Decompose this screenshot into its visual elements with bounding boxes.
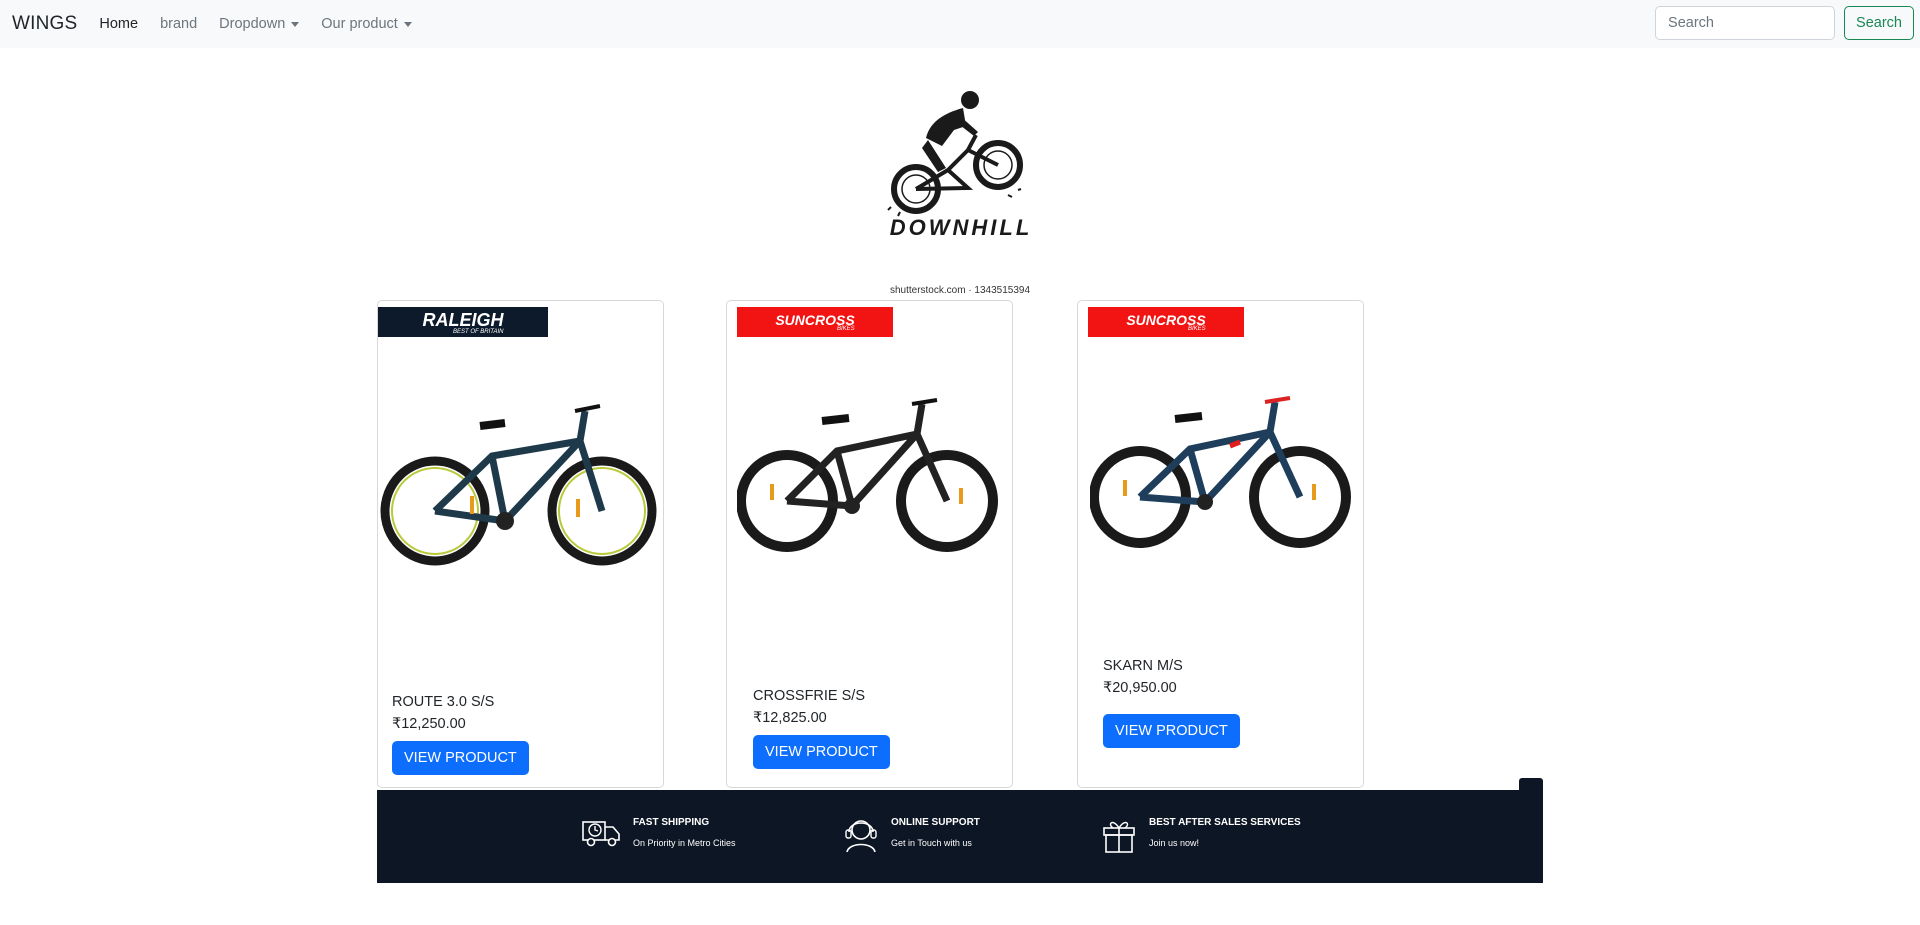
view-product-button[interactable]: VIEW PRODUCT: [753, 735, 890, 769]
feature-title: BEST AFTER SALES SERVICES: [1149, 817, 1301, 828]
product-card: RALEIGH BEST OF BRITAIN ROUTE 3.0 S/S ₹12…: [377, 300, 664, 788]
product-price: ₹20,950.00: [1103, 680, 1177, 696]
nav-link-home[interactable]: Home: [99, 16, 138, 32]
nav-link-home-label: Home: [99, 16, 139, 32]
product-price: ₹12,250.00: [392, 716, 466, 732]
view-product-button[interactable]: VIEW PRODUCT: [392, 741, 529, 775]
feature-title: FAST SHIPPING: [633, 817, 710, 828]
nav-dropdown-toggle[interactable]: Dropdown: [219, 16, 300, 32]
brand-badge-suncross: SUNCROSS BIKES: [737, 307, 893, 337]
product-price: ₹12,825.00: [753, 710, 827, 726]
feature-subtitle: Join us now!: [1149, 838, 1200, 848]
headset-support-icon: [845, 820, 877, 853]
nav-link-brand-label: brand: [160, 16, 198, 32]
view-product-button[interactable]: VIEW PRODUCT: [1103, 714, 1240, 748]
feature-subtitle: Get in Touch with us: [891, 838, 972, 848]
feature-title: ONLINE SUPPORT: [891, 817, 980, 828]
brand-badge-text: RALEIGH: [422, 309, 504, 330]
bicycle-image: [380, 404, 657, 566]
chat-icon[interactable]: [1519, 778, 1543, 792]
product-name: SKARN M/S: [1103, 658, 1183, 674]
gift-icon: [1103, 821, 1135, 853]
caret-down-icon: [403, 21, 412, 27]
brand-badge-suncross: SUNCROSS BIKES: [1088, 307, 1244, 337]
features-strip: FAST SHIPPING On Priority in Metro Citie…: [377, 778, 1543, 883]
feature-subtitle: On Priority in Metro Cities: [633, 838, 736, 848]
bicycle-image: [1090, 396, 1351, 548]
feature-online-support: ONLINE SUPPORT Get in Touch with us: [843, 814, 980, 854]
nav-our-product-label: Our product: [321, 16, 398, 32]
product-name: ROUTE 3.0 S/S: [392, 694, 495, 710]
nav-dropdown-label: Dropdown: [219, 16, 286, 32]
top-navbar: WINGS Home brand Dropdown Our product Se…: [0, 0, 1920, 48]
nav-our-product-dropdown[interactable]: Our product: [321, 16, 412, 32]
caret-down-icon: [291, 21, 300, 27]
search-form: Search: [1655, 6, 1914, 40]
logo-caption: shutterstock.com · 1343515394: [889, 285, 1031, 296]
nav-link-brand[interactable]: brand: [160, 16, 197, 32]
product-card: SUNCROSS BIKES CROSSFRIE S/S ₹12,825.00 V…: [726, 300, 1013, 788]
feature-fast-shipping: FAST SHIPPING On Priority in Metro Citie…: [581, 814, 736, 850]
product-card: SUNCROSS BIKES SKARN M/S ₹20,950.00 VIEW …: [1077, 300, 1364, 788]
logo-wordmark: DOWNHILL: [890, 215, 1033, 240]
navbar-brand[interactable]: WINGS: [12, 13, 77, 35]
product-name: CROSSFRIE S/S: [753, 688, 865, 704]
brand-badge-raleigh: RALEIGH BEST OF BRITAIN: [378, 307, 548, 337]
bicycle-image: [737, 398, 998, 552]
downhill-logo: DOWNHILL: [887, 91, 1033, 240]
search-input[interactable]: [1655, 6, 1836, 40]
truck-clock-icon: [582, 821, 620, 847]
feature-after-sales: BEST AFTER SALES SERVICES Join us now!: [1101, 814, 1301, 854]
search-button[interactable]: Search: [1844, 6, 1914, 40]
